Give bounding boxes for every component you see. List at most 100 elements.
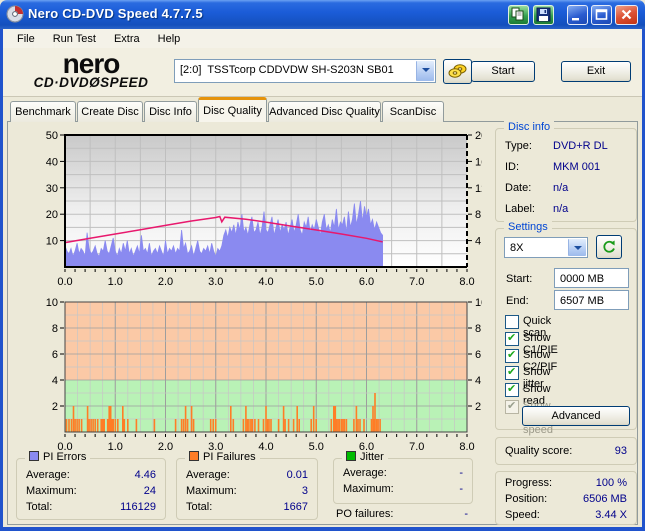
svg-text:40: 40 [46,156,58,168]
stat-value: 3 [301,485,308,497]
window-border-bottom [0,527,645,531]
svg-text:1.0: 1.0 [108,276,123,288]
svg-text:4.0: 4.0 [258,276,273,288]
tab-disc-quality[interactable]: Disc Quality [198,97,267,122]
stat-label: Maximum: [343,483,394,495]
stat-value: 24 [143,485,156,497]
maximize-button[interactable] [591,5,612,25]
tab-disc-info[interactable]: Disc Info [144,101,197,122]
speed-select-value: 8X [510,242,524,254]
svg-text:20: 20 [46,209,58,221]
svg-text:1.0: 1.0 [108,441,123,453]
window-border-left [0,29,3,531]
advanced-button[interactable]: Advanced [522,406,630,426]
disc-label-value: n/a [553,203,569,215]
stat-label: Maximum: [186,485,237,497]
jitter-stats-panel: Jitter Average: - Maximum: - [333,451,473,504]
start-button[interactable]: Start [471,61,535,82]
start-position-label: Start: [506,273,533,285]
refresh-icon [603,240,615,253]
menu-bar: File Run Test Extra Help [3,29,642,48]
toolbar: nero CD·DVDØSPEED [2:0] TSSTcorp CDDVDW … [3,48,642,97]
disc-date-label: Date: [505,182,532,194]
menu-help[interactable]: Help [149,31,190,47]
app-window: Nero CD-DVD Speed 4.7.7.5 File Run Test … [0,0,645,531]
speed-select-arrow-icon[interactable] [568,239,586,256]
close-button[interactable] [615,5,638,25]
save-button[interactable] [533,5,554,25]
svg-text:4: 4 [52,375,58,387]
progress-panel: Progress: 100 % Position: 6506 MB Speed:… [495,471,637,525]
svg-text:10: 10 [46,236,58,248]
stat-value: - [459,483,463,495]
jitter-legend-icon [346,451,356,461]
tab-scandisc[interactable]: ScanDisc [382,101,444,122]
drive-select-value: [2:0] TSSTcorp CDDVDW SH-S203N SB01 [180,64,394,76]
checkbox-box[interactable] [505,382,519,397]
svg-text:16: 16 [475,156,482,168]
pi-failures-stats-title: PI Failures [203,451,256,463]
disc-glyph-icon: Ø [89,75,101,90]
svg-text:6: 6 [52,349,58,361]
pi-errors-chart: 0.0 1.0 2.0 3.0 4.0 5.0 6.0 7.0 8.0 10 20 30 40 50 4 8 1… [46,130,482,288]
checkbox-box[interactable] [505,348,519,363]
menu-file[interactable]: File [8,31,44,47]
disc-id-label: ID: [505,161,520,173]
speed-select[interactable]: 8X [504,237,588,258]
svg-text:10: 10 [46,297,58,309]
tab-create-disc[interactable]: Create Disc [77,101,143,122]
checkbox-box[interactable] [505,365,519,380]
stat-label: Total: [26,501,53,513]
svg-text:8: 8 [475,209,481,221]
svg-text:2.0: 2.0 [158,441,173,453]
discs-icon [448,64,466,78]
tab-advanced-disc-quality[interactable]: Advanced Disc Quality [268,101,381,122]
stat-label: Average: [186,469,230,481]
svg-text:4: 4 [475,236,481,248]
start-position-field[interactable] [554,268,629,288]
jitter-stats-title: Jitter [360,451,384,463]
svg-text:4.0: 4.0 [258,441,273,453]
svg-text:20: 20 [475,130,482,142]
svg-text:3.0: 3.0 [208,276,223,288]
menu-extra[interactable]: Extra [105,31,149,47]
svg-text:50: 50 [46,130,58,142]
copy-to-clipboard-button[interactable] [508,5,529,25]
progress-label: Progress: [505,477,553,489]
drive-select-arrow-icon[interactable] [416,61,434,81]
svg-text:7.0: 7.0 [409,441,424,453]
refresh-speeds-button[interactable] [596,235,622,259]
speed-label: Speed: [505,509,540,521]
disc-type-label: Type: [505,140,532,152]
svg-text:10: 10 [475,297,482,309]
svg-text:8.0: 8.0 [459,441,474,453]
po-failures-value: - [464,508,468,520]
drive-select[interactable]: [2:0] TSSTcorp CDDVDW SH-S203N SB01 [174,59,436,83]
minimize-button[interactable] [567,5,588,25]
checkbox-box[interactable] [505,331,519,346]
position-label: Position: [505,493,548,505]
end-position-field[interactable] [554,290,629,310]
progress-value: 100 % [595,477,627,489]
exit-button[interactable]: Exit [561,61,631,82]
checkbox-box[interactable] [505,315,519,329]
svg-text:4: 4 [475,375,481,387]
disc-type-value: DVD+R DL [553,140,608,152]
svg-text:6: 6 [475,349,481,361]
checkbox-box [505,399,519,414]
disc-info-panel: Disc info Type: DVD+R DL ID: MKM 001 Dat… [495,121,637,222]
tab-benchmark[interactable]: Benchmark [10,101,76,122]
menu-run-test[interactable]: Run Test [44,31,105,47]
svg-text:7.0: 7.0 [409,276,424,288]
app-icon [6,5,24,23]
svg-text:8: 8 [475,323,481,335]
window-title: Nero CD-DVD Speed 4.7.7.5 [28,6,203,21]
logo-speed: SPEED [100,75,149,90]
eject-button[interactable] [443,59,472,84]
stat-label: Average: [343,467,387,479]
pi-errors-stats-panel: PI Errors Average: 4.46 Maximum: 24 Total:… [16,451,166,520]
pi-failures-chart: 0.01.02.03.04.05.06.07.08.0224466881010 [46,297,482,453]
svg-text:2: 2 [475,401,481,413]
logo-cd-dvd: CD·DVD [33,75,90,90]
stat-label: Average: [26,469,70,481]
